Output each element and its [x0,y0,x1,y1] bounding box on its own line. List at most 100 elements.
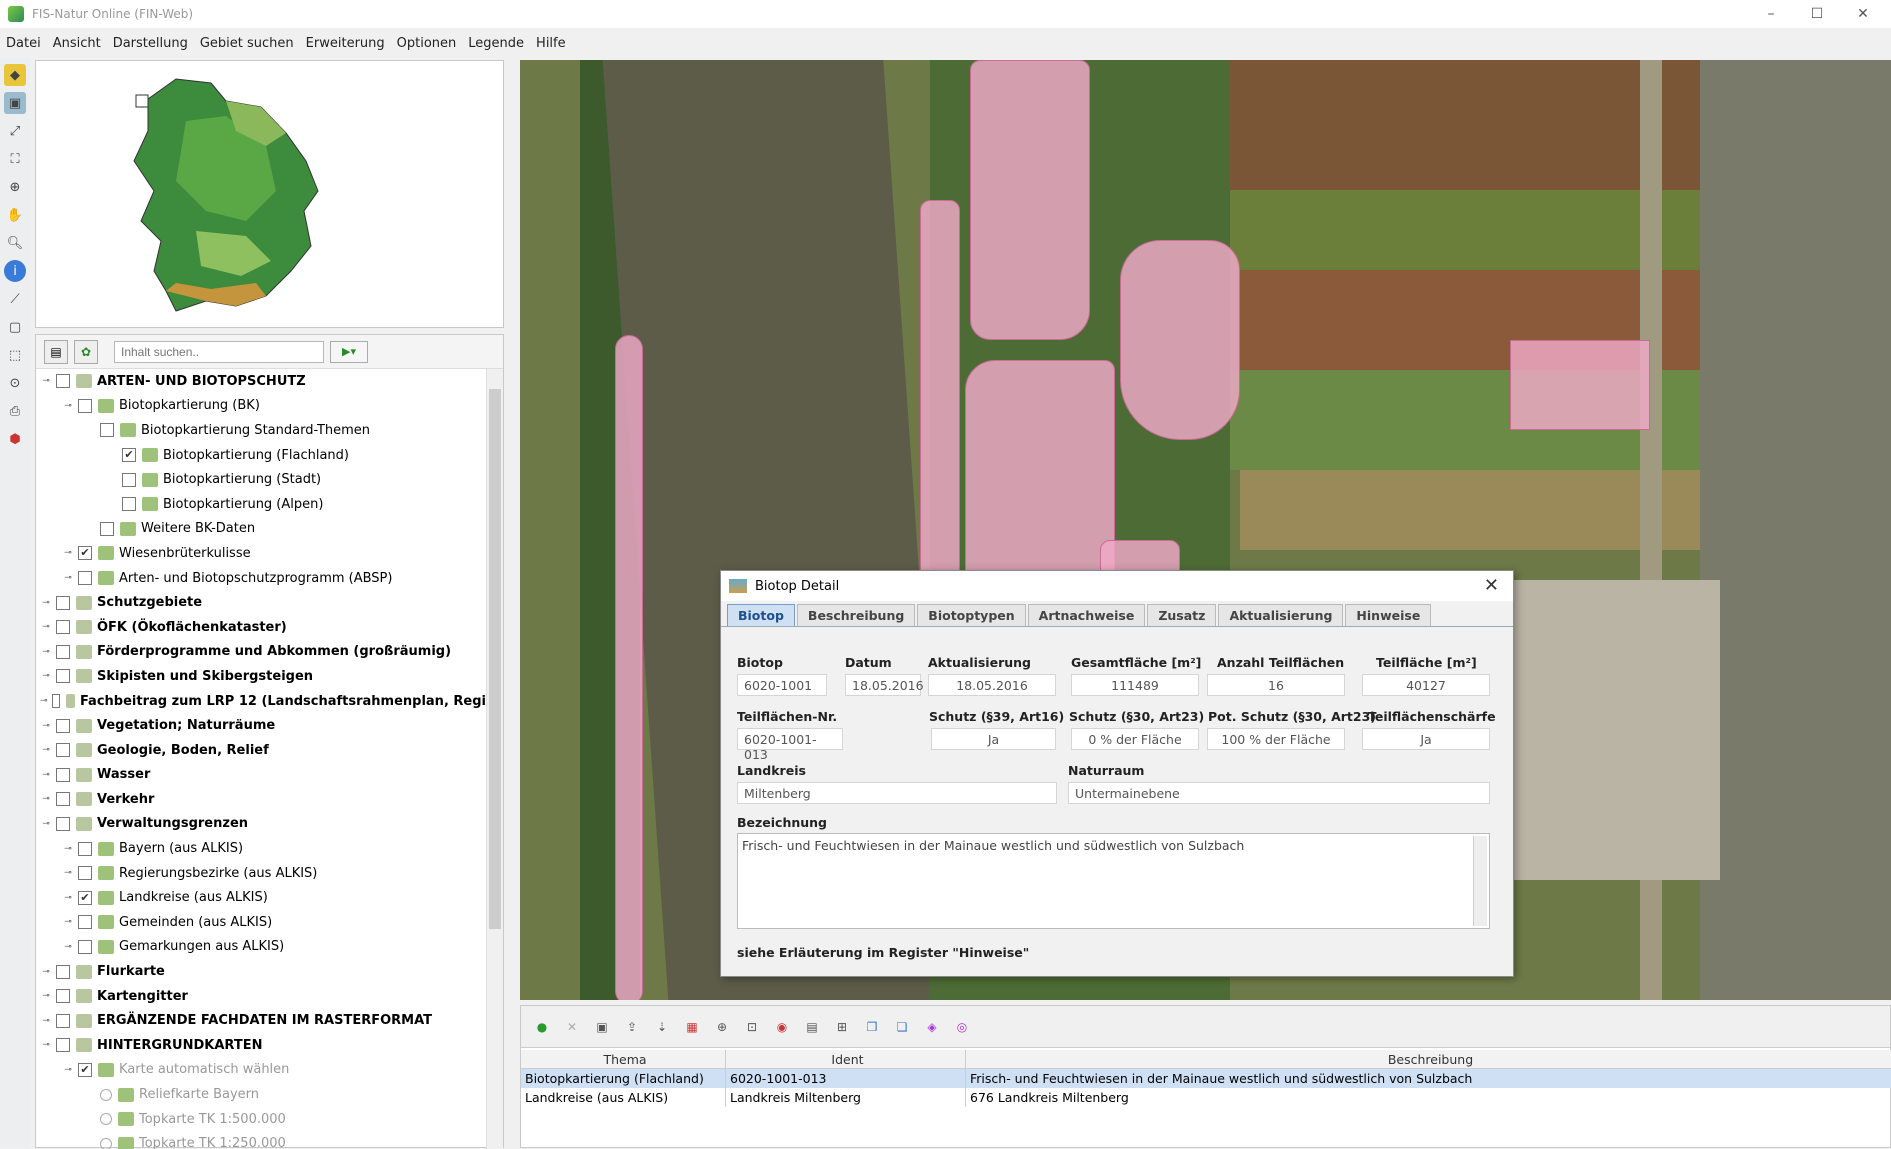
column-thema[interactable]: Thema [521,1049,726,1069]
menu-gebiet-suchen[interactable]: Gebiet suchen [200,36,294,51]
tree-item[interactable]: Reliefkarte Bayern [36,1082,486,1107]
sort-icon[interactable]: ⇣ [651,1016,673,1038]
tab-zusatz[interactable]: Zusatz [1147,604,1217,626]
tree-item[interactable]: ⊸ Biotopkartierung (BK) [36,394,486,419]
layer-radio[interactable] [100,1137,112,1149]
menu-hilfe[interactable]: Hilfe [536,36,566,51]
select-area-icon[interactable]: ▢ [4,316,26,338]
layer-checkbox[interactable] [56,595,70,610]
expand-toggle-icon[interactable]: ⊸ [40,598,52,608]
expand-toggle-icon[interactable]: ⊸ [40,794,52,804]
expand-toggle-icon[interactable]: ⊸ [40,721,52,731]
paste-icon[interactable]: ❏ [891,1016,913,1038]
locate-icon[interactable]: ⊙ [4,372,26,394]
layer-checkbox[interactable]: ✔ [122,448,136,463]
tree-item[interactable]: ⊸ Verwaltungsgrenzen [36,812,486,837]
close-window-button[interactable]: ✕ [1840,0,1886,28]
layer-checkbox[interactable] [78,866,92,881]
table-row[interactable]: Landkreise (aus ALKIS) Landkreis Miltenb… [521,1088,1891,1107]
tree-item[interactable]: ⊸ ✔ Wiesenbrüterkulisse [36,541,486,566]
tree-item[interactable]: ⊸ Gemarkungen aus ALKIS) [36,935,486,960]
bezeichnung-scrollbar[interactable] [1473,836,1487,926]
print-icon[interactable]: ⎙ [4,400,26,422]
layer-checkbox[interactable] [56,669,70,684]
tree-item[interactable]: ⊸ HINTERGRUNDKARTEN [36,1033,486,1058]
tree-item[interactable]: Weitere BK-Daten [36,517,486,542]
tab-aktualisierung[interactable]: Aktualisierung [1218,604,1344,626]
tab-artnachweise[interactable]: Artnachweise [1027,604,1146,626]
tree-item[interactable]: ⊸ ✔ Landkreise (aus ALKIS) [36,885,486,910]
overview-map[interactable] [35,60,504,328]
biotop-polygon[interactable] [615,335,643,1000]
tree-item[interactable]: ⊸ Verkehr [36,787,486,812]
tree-view-icon[interactable]: ▤ [44,339,68,364]
tab-biotoptypen[interactable]: Biotoptypen [917,604,1026,626]
layer-radio[interactable] [100,1088,112,1101]
tree-item[interactable]: ⊸ Geologie, Boden, Relief [36,738,486,763]
tree-item[interactable]: ⊸ Schutzgebiete [36,590,486,615]
target-icon[interactable]: ◎ [951,1016,973,1038]
layer-checkbox[interactable] [56,743,70,758]
layer-checkbox[interactable] [78,841,92,856]
bezeichnung-textarea[interactable]: Frisch- und Feuchtwiesen in der Mainaue … [737,833,1490,929]
tree-item[interactable]: ⊸ Skipisten und Skibergsteigen [36,664,486,689]
layer-checkbox[interactable] [78,571,92,586]
tree-item[interactable]: ⊸ Vegetation; Naturräume [36,713,486,738]
expand-toggle-icon[interactable]: ⊸ [40,647,52,657]
layer-checkbox[interactable] [100,521,114,536]
layer-checkbox[interactable] [56,964,70,979]
filter-icon[interactable]: ▤ [801,1016,823,1038]
tree-item[interactable]: ⊸ Wasser [36,763,486,788]
menu-darstellung[interactable]: Darstellung [113,36,188,51]
magnifier-icon[interactable]: 🔍︎ [4,232,26,254]
column-ident[interactable]: Ident [726,1049,966,1069]
layer-checkbox[interactable] [78,939,92,954]
layer-checkbox[interactable] [56,620,70,635]
expand-toggle-icon[interactable]: ⊸ [62,893,74,903]
select-rect-icon[interactable]: ⬚ [4,344,26,366]
highlight-icon[interactable]: ◉ [771,1016,793,1038]
layer-checkbox[interactable] [100,423,114,438]
tree-item[interactable]: ⊸ ÖFK (Ökoflächenkataster) [36,615,486,640]
table-row[interactable]: Biotopkartierung (Flachland) 6020-1001-0… [521,1069,1891,1088]
layer-checkbox[interactable] [56,1038,70,1053]
layer-checkbox[interactable] [56,792,70,807]
layer-checkbox[interactable] [78,915,92,930]
chart-icon[interactable]: ▦ [681,1016,703,1038]
menu-datei[interactable]: Datei [6,36,41,51]
tree-item[interactable]: Topkarte TK 1:500.000 [36,1107,486,1132]
copy-icon[interactable]: ❐ [861,1016,883,1038]
info-icon[interactable]: i [4,260,26,282]
expand-toggle-icon[interactable]: ⊸ [40,1016,52,1026]
tab-biotop[interactable]: Biotop [727,604,795,626]
tree-item[interactable]: Biotopkartierung (Alpen) [36,492,486,517]
maximize-button[interactable]: ☐ [1794,0,1840,28]
expand-toggle-icon[interactable]: ⊸ [62,844,74,854]
search-go-button[interactable]: ▶▾ [330,340,368,363]
tree-item[interactable]: ✔ Biotopkartierung (Flachland) [36,443,486,468]
tree-item[interactable]: Biotopkartierung (Stadt) [36,467,486,492]
layer-checkbox[interactable] [56,644,70,659]
tree-item[interactable]: ⊸ Arten- und Biotopschutzprogramm (ABSP) [36,566,486,591]
expand-toggle-icon[interactable]: ⊸ [40,671,52,681]
tree-item[interactable]: ⊸ Bayern (aus ALKIS) [36,836,486,861]
table-view-icon[interactable]: ▣ [591,1016,613,1038]
tree-item[interactable]: ⊸ ERGÄNZENDE FACHDATEN IM RASTERFORMAT [36,1008,486,1033]
layer-search-input[interactable] [114,340,324,363]
menu-ansicht[interactable]: Ansicht [53,36,101,51]
tree-item[interactable]: ⊸ Kartengitter [36,984,486,1009]
tree-item[interactable]: Biotopkartierung Standard-Themen [36,418,486,443]
expand-toggle-icon[interactable]: ⊸ [40,967,52,977]
layer-checkbox[interactable] [78,398,92,413]
layer-checkbox[interactable] [122,497,136,512]
tree-item[interactable]: ⊸ Flurkarte [36,959,486,984]
tree-item[interactable]: ⊸ ✔ Karte automatisch wählen [36,1058,486,1083]
zoom-extent-icon[interactable]: ⤢ [4,120,26,142]
tree-item[interactable]: Topkarte TK 1:250.000 [36,1131,486,1149]
layer-icon[interactable]: ◈ [921,1016,943,1038]
expand-toggle-icon[interactable]: ⊸ [62,917,74,927]
expand-toggle-icon[interactable]: ⊸ [40,376,52,386]
layer-checkbox[interactable] [122,472,136,487]
menu-optionen[interactable]: Optionen [397,36,457,51]
menu-erweiterung[interactable]: Erweiterung [306,36,385,51]
